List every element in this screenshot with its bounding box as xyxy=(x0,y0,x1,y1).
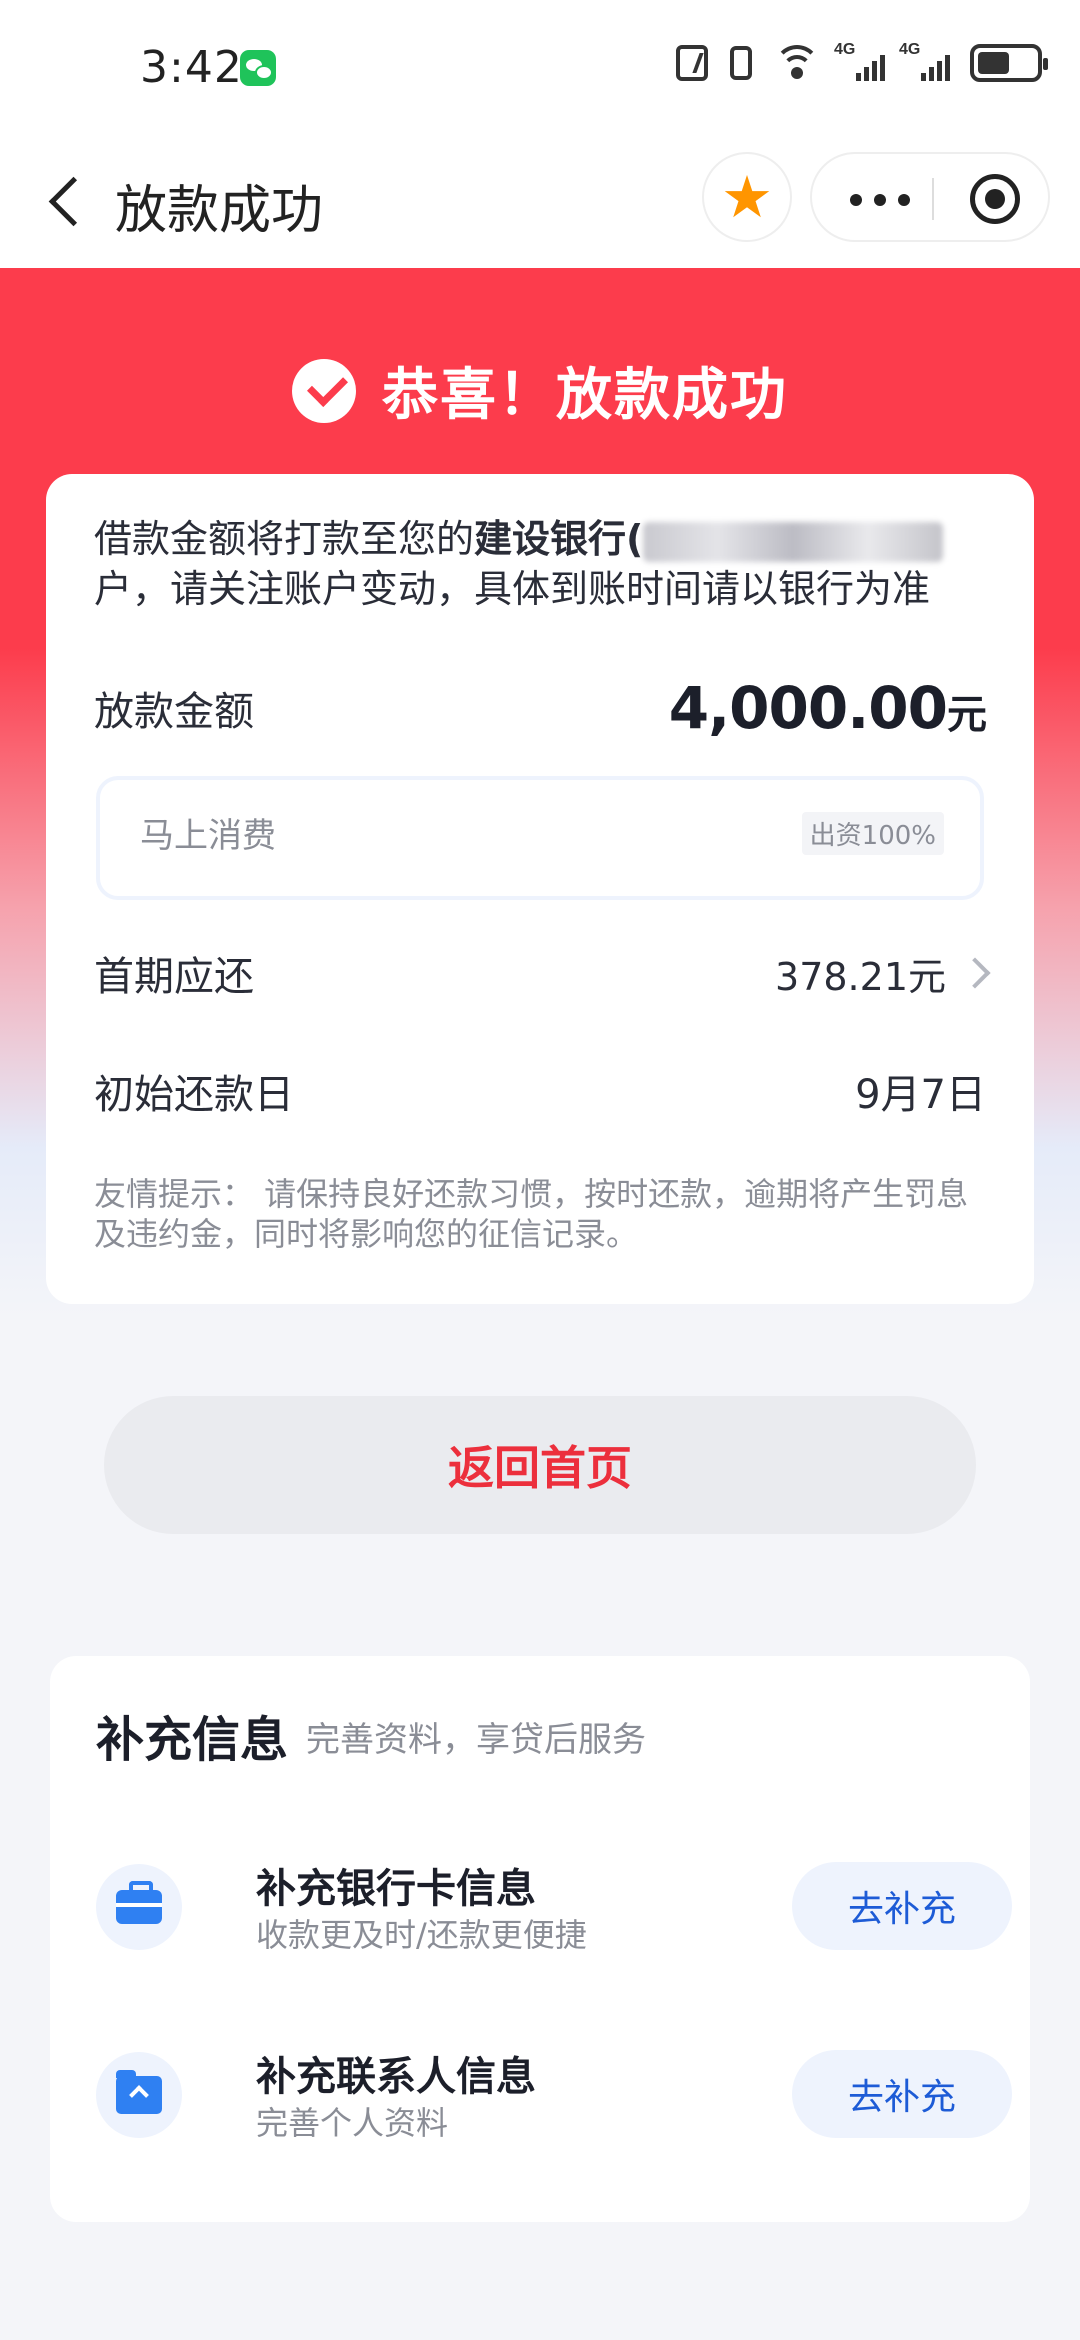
status-icons: 4G 4G xyxy=(676,41,1048,82)
notice-prefix: 借款金额将打款至您的 xyxy=(94,517,475,561)
amount-label: 放款金额 xyxy=(94,689,254,735)
loan-result-card: 借款金额将打款至您的建设银行( 户，请关注账户变动，具体到账时间请以银行为准 放款… xyxy=(46,474,1034,1304)
first-installment-value-group: 378.21元 xyxy=(775,946,991,1001)
return-home-button[interactable]: 返回首页 xyxy=(104,1396,976,1534)
amount-row: 放款金额 4,000.00元 xyxy=(94,674,987,742)
repayment-date-label: 初始还款日 xyxy=(94,1072,294,1118)
item-title: 补充银行卡信息 xyxy=(256,1866,536,1912)
cellular-signal-icon-1: 4G xyxy=(834,41,885,81)
friendly-tip: 友情提示： 请保持良好还款习惯，按时还款，逾期将产生罚息及违约金，同时将影响您的… xyxy=(94,1175,969,1253)
lender-info-box: 马上消费 出资100% xyxy=(96,776,984,900)
lender-name: 马上消费 xyxy=(140,816,276,856)
first-installment-row[interactable]: 首期应还 378.21元 xyxy=(94,944,991,1002)
cellular-signal-icon-2: 4G xyxy=(899,41,950,81)
navigation-bar: 放款成功 ★ xyxy=(0,140,1080,268)
status-time: 3:42 xyxy=(140,42,243,93)
masked-account-number xyxy=(643,521,944,562)
success-title: 恭喜！放款成功 xyxy=(382,363,788,428)
repayment-date-value: 9月7日 xyxy=(855,1072,986,1118)
more-options-icon[interactable] xyxy=(850,194,910,206)
vibrate-icon xyxy=(730,46,752,80)
favorite-button[interactable]: ★ xyxy=(702,152,792,242)
briefcase-icon xyxy=(116,1881,162,1924)
back-arrow-icon[interactable] xyxy=(44,174,88,230)
item-description: 收款更及时/还款更便捷 xyxy=(256,1916,587,1954)
supplement-bank-card-button[interactable]: 去补充 xyxy=(792,1862,1012,1950)
star-icon: ★ xyxy=(721,163,773,231)
first-installment-value: 378.21元 xyxy=(775,954,946,999)
chevron-right-icon xyxy=(959,957,991,989)
supplement-title: 补充信息 xyxy=(96,1712,289,1768)
capsule-divider xyxy=(932,178,934,220)
amount-number: 4,000.00 xyxy=(668,674,948,742)
bank-name: 建设银行( xyxy=(474,517,644,561)
amount-unit: 元 xyxy=(947,692,987,738)
contact-icon-wrap xyxy=(96,2052,182,2138)
battery-icon xyxy=(970,44,1048,82)
list-item-bank-card: 补充银行卡信息 收款更及时/还款更便捷 去补充 xyxy=(96,1852,1012,1962)
first-installment-label: 首期应还 xyxy=(94,954,254,1000)
lender-share-badge: 出资100% xyxy=(801,812,944,855)
network-type-2: 4G xyxy=(899,41,921,58)
wifi-icon xyxy=(774,45,820,81)
item-description: 完善个人资料 xyxy=(256,2104,449,2142)
supplement-contact-button[interactable]: 去补充 xyxy=(792,2050,1012,2138)
success-header: 恭喜！放款成功 xyxy=(0,350,1080,431)
wechat-notification-icon xyxy=(240,50,276,86)
folder-upload-icon xyxy=(116,2070,162,2114)
list-item-contact: 补充联系人信息 完善个人资料 去补充 xyxy=(96,2040,1012,2150)
repayment-date-row: 初始还款日 9月7日 xyxy=(94,1062,986,1120)
supplement-info-card: 补充信息 完善资料，享贷后服务 补充银行卡信息 收款更及时/还款更便捷 去补充 … xyxy=(50,1656,1030,2222)
nfc-icon xyxy=(676,45,708,81)
check-circle-icon xyxy=(292,358,356,423)
item-title: 补充联系人信息 xyxy=(256,2054,536,2100)
supplement-subtitle: 完善资料，享贷后服务 xyxy=(306,1720,646,1760)
page-title: 放款成功 xyxy=(115,181,324,241)
notice-suffix: 户，请关注账户变动，具体到账时间请以银行为准 xyxy=(94,567,931,611)
network-type-1: 4G xyxy=(834,41,856,58)
disbursement-notice: 借款金额将打款至您的建设银行( 户，请关注账户变动，具体到账时间请以银行为准 xyxy=(94,514,1014,614)
miniprogram-capsule xyxy=(810,152,1050,242)
amount-value: 4,000.00元 xyxy=(668,674,987,742)
status-bar: 3:42 4G 4G xyxy=(0,0,1080,140)
close-miniprogram-icon[interactable] xyxy=(970,174,1020,224)
bank-card-icon-wrap xyxy=(96,1864,182,1950)
